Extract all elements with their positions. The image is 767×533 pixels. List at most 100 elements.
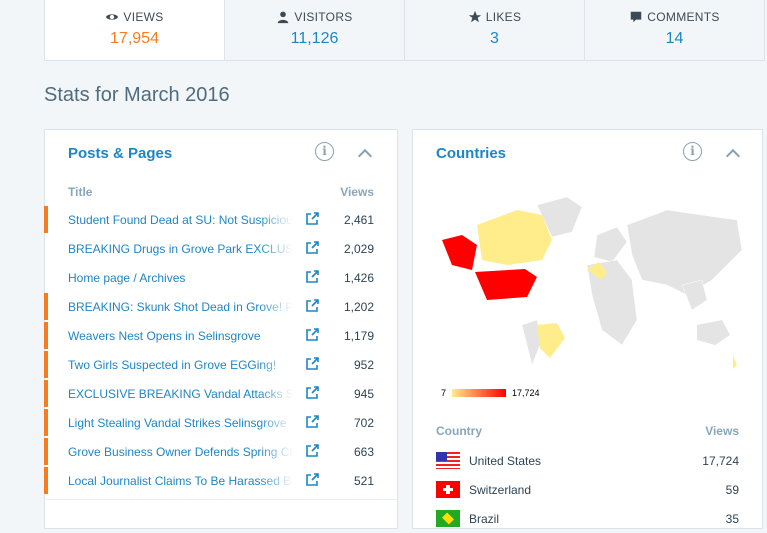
legend-max: 17,724 (512, 388, 540, 398)
map-nz (733, 355, 737, 369)
star-icon (468, 10, 481, 23)
post-title-link[interactable]: Local Journalist Claims To Be Harassed B… (68, 474, 293, 488)
tab-label: COMMENTS (647, 10, 720, 24)
country-views: 59 (725, 482, 739, 497)
external-link-icon[interactable] (305, 415, 319, 429)
col-country: Country (436, 424, 482, 438)
table-row[interactable]: BREAKING Drugs in Grove Park EXCLUSIVE 2,… (45, 234, 397, 263)
external-link-icon[interactable] (305, 357, 319, 371)
table-row[interactable]: Weavers Nest Opens in Selinsgrove 1,179 (44, 321, 397, 350)
info-icon[interactable]: i (683, 142, 702, 161)
post-views: 702 (353, 415, 374, 430)
info-icon[interactable]: i (315, 142, 334, 161)
post-title-link[interactable]: BREAKING Drugs in Grove Park EXCLUSIVE (68, 242, 293, 256)
external-link-icon[interactable] (305, 241, 319, 255)
country-views: 35 (725, 511, 739, 526)
post-title-link[interactable]: Two Girls Suspected in Grove EGGing! (68, 358, 293, 372)
col-views: Views (340, 185, 374, 199)
flag-us-icon (436, 452, 460, 469)
person-icon (278, 11, 289, 24)
tab-views[interactable]: VIEWS 17,954 (45, 0, 225, 60)
flag-ch-icon (436, 481, 460, 498)
post-views: 2,461 (343, 212, 374, 227)
tab-value: 14 (665, 30, 684, 47)
map-legend: 7 17,724 (441, 388, 540, 398)
card-title: Countries (436, 144, 507, 162)
external-link-icon[interactable] (305, 299, 319, 313)
external-link-icon[interactable] (305, 328, 319, 342)
highlight-bar (44, 438, 48, 465)
map-australia (697, 320, 730, 345)
post-views: 1,202 (343, 299, 374, 314)
country-row[interactable]: United States 17,724 (413, 446, 762, 475)
table-row[interactable]: Two Girls Suspected in Grove EGGing! 952 (44, 350, 397, 379)
tab-comments[interactable]: COMMENTS 14 (585, 0, 764, 60)
external-link-icon[interactable] (305, 444, 319, 458)
tab-visitors[interactable]: VISITORS 11,126 (225, 0, 405, 60)
country-row[interactable]: Switzerland 59 (413, 475, 762, 504)
post-title-link[interactable]: Light Stealing Vandal Strikes Selinsgrov… (68, 416, 293, 430)
card-title: Posts & Pages (68, 144, 173, 162)
map-alaska (442, 235, 477, 270)
map-brazil (537, 323, 565, 358)
col-title: Title (68, 185, 93, 199)
eye-icon (106, 14, 119, 20)
post-title-link[interactable]: BREAKING: Skunk Shot Dead in Grove! Poli… (68, 300, 293, 314)
table-row[interactable]: BREAKING: Skunk Shot Dead in Grove! Poli… (44, 292, 397, 321)
tab-label: VIEWS (123, 10, 164, 24)
highlight-bar (44, 322, 48, 349)
table-row[interactable]: Student Found Dead at SU: Not Suspicious… (44, 205, 397, 234)
tab-likes[interactable]: LIKES 3 (405, 0, 585, 60)
highlight-bar (44, 293, 48, 320)
posts-pages-card: Posts & Pages i Title Views Student Found… (44, 129, 398, 529)
summary-tabs: VIEWS 17,954 VISITORS 11,126 LIKES 3 COM… (44, 0, 765, 61)
country-name: Brazil (469, 511, 500, 526)
highlight-bar (44, 380, 48, 407)
table-row[interactable]: EXCLUSIVE BREAKING Vandal Attacks Selins… (44, 379, 397, 408)
post-title-link[interactable]: Grove Business Owner Defends Spring Ch (68, 445, 293, 459)
highlight-bar (44, 409, 48, 436)
chevron-up-icon[interactable] (357, 148, 373, 164)
country-name: Switzerland (469, 482, 532, 497)
post-views: 1,426 (343, 270, 374, 285)
tab-label: LIKES (485, 10, 522, 24)
legend-min: 7 (441, 388, 447, 398)
page-title: Stats for March 2016 (44, 84, 230, 106)
countries-card: Countries i 7 17,724 Country Views United… (412, 129, 763, 529)
highlight-bar (44, 351, 48, 378)
external-link-icon[interactable] (305, 386, 319, 400)
external-link-icon[interactable] (305, 212, 319, 226)
country-views: 17,724 (702, 453, 739, 468)
highlight-bar (44, 467, 48, 494)
post-views: 521 (353, 473, 374, 488)
post-title-link[interactable]: Weavers Nest Opens in Selinsgrove (68, 329, 293, 343)
tab-value: 11,126 (290, 30, 339, 47)
table-row[interactable]: Grove Business Owner Defends Spring Ch 66… (44, 437, 397, 466)
tab-value: 17,954 (110, 30, 159, 47)
post-views: 2,029 (343, 241, 374, 256)
country-row[interactable]: Brazil 35 (413, 504, 762, 533)
comment-icon (631, 11, 642, 23)
table-row[interactable]: Home page / Archives 1,426 (45, 263, 397, 292)
tab-value: 3 (490, 30, 499, 47)
post-views: 952 (353, 357, 374, 372)
post-views: 1,179 (343, 328, 374, 343)
highlight-bar (44, 206, 48, 233)
external-link-icon[interactable] (305, 473, 319, 487)
col-views: Views (705, 424, 739, 438)
chevron-up-icon[interactable] (725, 148, 741, 164)
table-row[interactable]: Local Journalist Claims To Be Harassed B… (44, 466, 397, 495)
post-title-link[interactable]: EXCLUSIVE BREAKING Vandal Attacks Selins… (68, 387, 293, 401)
post-views: 945 (353, 386, 374, 401)
legend-gradient (452, 389, 507, 397)
table-row[interactable]: Light Stealing Vandal Strikes Selinsgrov… (44, 408, 397, 437)
world-map[interactable] (437, 185, 747, 385)
flag-br-icon (436, 510, 460, 527)
post-title-link[interactable]: Student Found Dead at SU: Not Suspicious (68, 213, 293, 227)
post-title-link[interactable]: Home page / Archives (68, 271, 293, 285)
map-usa (475, 269, 537, 300)
post-views: 663 (353, 444, 374, 459)
map-canada (477, 210, 552, 265)
tab-label: VISITORS (294, 10, 353, 24)
external-link-icon[interactable] (305, 270, 319, 284)
